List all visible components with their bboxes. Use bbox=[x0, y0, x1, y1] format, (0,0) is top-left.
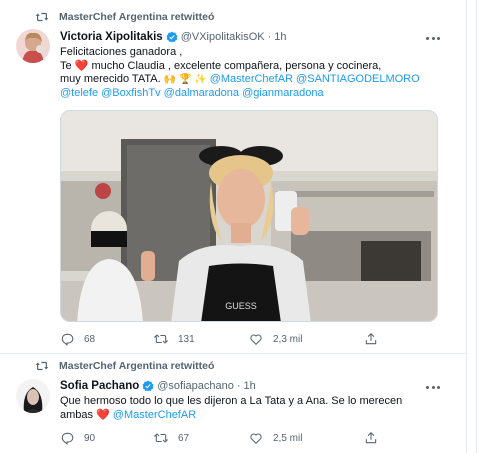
display-name[interactable]: Sofia Pachano bbox=[60, 380, 139, 392]
share-button[interactable] bbox=[364, 332, 378, 346]
reply-count: 68 bbox=[84, 333, 96, 345]
reply-count: 90 bbox=[84, 432, 96, 444]
tweet-text-segment: mucho Claudia , excelente compañera, per… bbox=[88, 59, 382, 72]
timestamp[interactable]: 1h bbox=[244, 380, 256, 392]
separator-dot: · bbox=[267, 31, 272, 43]
retweet-icon bbox=[35, 361, 49, 371]
retweet-context: MasterChef Argentina retwitteó bbox=[35, 359, 214, 373]
retweet-context-label[interactable]: MasterChef Argentina retwitteó bbox=[59, 11, 214, 23]
tweet-header: Sofia Pachano @sofiapachano · 1h bbox=[60, 380, 256, 392]
like-button[interactable]: 2,3 mil bbox=[249, 332, 302, 346]
tweet-sofia[interactable]: MasterChef Argentina retwitteó Sofia Pac… bbox=[0, 355, 467, 453]
tweet-text-segment: Te bbox=[60, 59, 75, 72]
tweet-text: Que hermoso todo lo que les dijeron a La… bbox=[60, 395, 464, 422]
tweet-line: Te ❤️ mucho Claudia , excelente compañer… bbox=[60, 60, 460, 74]
heart-icon bbox=[250, 334, 262, 345]
retweet-icon bbox=[154, 433, 168, 443]
more-options-icon[interactable] bbox=[426, 384, 440, 390]
timeline: MasterChef Argentina retwitteó Victoria … bbox=[0, 0, 467, 453]
tweet-line: muy merecido TATA. 🙌 🏆 ✨ @MasterChefAR @… bbox=[60, 73, 460, 87]
avatar[interactable] bbox=[16, 379, 50, 413]
retweet-count: 131 bbox=[178, 333, 195, 345]
tweet-divider bbox=[0, 353, 467, 354]
emoji-group: 🙌 🏆 ✨ bbox=[163, 74, 207, 85]
reply-icon bbox=[61, 432, 74, 445]
tweet-line: Felicitaciones ganadora , bbox=[60, 46, 183, 58]
share-button[interactable] bbox=[364, 431, 378, 445]
share-icon bbox=[365, 432, 377, 444]
heart-emoji: ❤️ bbox=[96, 408, 110, 421]
share-icon bbox=[365, 333, 377, 345]
timestamp[interactable]: 1h bbox=[274, 31, 286, 43]
like-count: 2,5 mil bbox=[273, 432, 303, 444]
tweet-text-segment: muy merecido TATA. bbox=[60, 73, 164, 85]
tweet-line: Que hermoso todo lo que les dijeron a La… bbox=[60, 395, 403, 407]
like-button[interactable]: 2,5 mil bbox=[249, 431, 302, 445]
retweet-icon bbox=[154, 334, 168, 344]
retweet-button[interactable]: 67 bbox=[154, 431, 189, 445]
display-name[interactable]: Victoria Xipolitakis bbox=[60, 31, 163, 43]
right-gutter bbox=[467, 0, 487, 453]
mention-link[interactable]: @MasterChefAR bbox=[113, 409, 196, 421]
retweet-context: MasterChef Argentina retwitteó bbox=[35, 10, 214, 24]
user-handle[interactable]: @VXipolitakisOK bbox=[181, 31, 265, 43]
more-options-icon[interactable] bbox=[426, 35, 440, 41]
separator-dot: · bbox=[236, 380, 241, 392]
tweet-header: Victoria Xipolitakis @VXipolitakisOK · 1… bbox=[60, 31, 287, 43]
avatar[interactable] bbox=[16, 29, 50, 63]
tweet-text-segment: ambas bbox=[60, 408, 97, 421]
retweet-icon bbox=[35, 12, 49, 22]
like-count: 2,3 mil bbox=[273, 333, 303, 345]
mention-links[interactable]: @telefe @BoxfishTv @dalmaradona @gianmar… bbox=[60, 87, 460, 101]
heart-emoji: ❤️ bbox=[74, 59, 89, 72]
shirt-print: GUESS bbox=[225, 301, 257, 311]
tweet-victoria[interactable]: MasterChef Argentina retwitteó Victoria … bbox=[0, 0, 467, 347]
tweet-photo[interactable]: GUESS bbox=[60, 110, 438, 322]
tweet-line: ambas ❤️ @MasterChefAR bbox=[60, 409, 464, 423]
verified-badge-icon bbox=[142, 380, 154, 392]
retweet-button[interactable]: 131 bbox=[154, 332, 195, 346]
mention-links[interactable]: @MasterChefAR @SANTIAGODELMORO bbox=[210, 73, 420, 85]
reply-button[interactable]: 90 bbox=[60, 431, 95, 445]
reply-button[interactable]: 68 bbox=[60, 332, 95, 346]
retweet-context-label[interactable]: MasterChef Argentina retwitteó bbox=[59, 360, 214, 372]
verified-badge-icon bbox=[166, 31, 178, 43]
tweet-text: Felicitaciones ganadora , Te ❤️ mucho Cl… bbox=[60, 46, 460, 100]
retweet-count: 67 bbox=[178, 432, 190, 444]
heart-icon bbox=[250, 433, 262, 444]
user-handle[interactable]: @sofiapachano bbox=[157, 380, 234, 392]
reply-icon bbox=[61, 333, 74, 346]
